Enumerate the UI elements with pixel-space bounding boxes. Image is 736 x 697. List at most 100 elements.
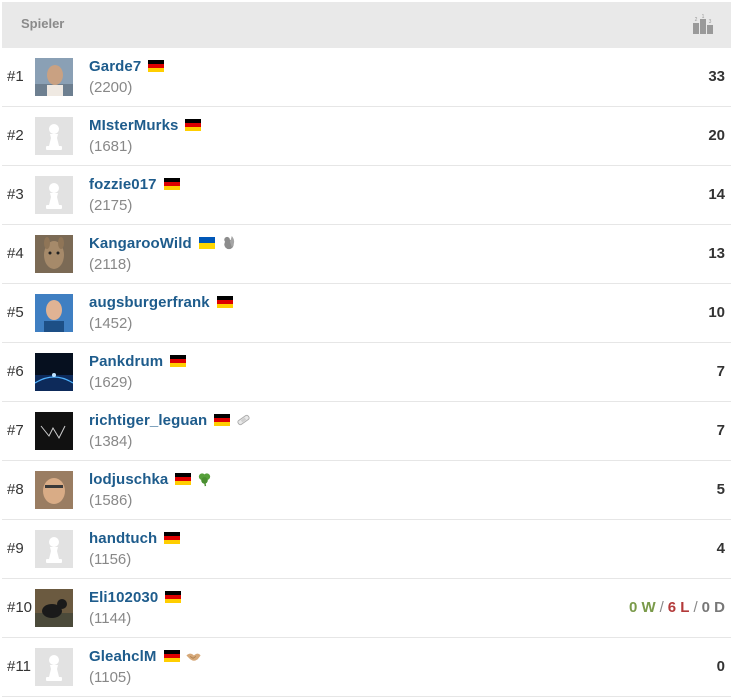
- player-rank: #6: [7, 363, 24, 380]
- player-row[interactable]: #7 richtiger_leguan (1384) 7: [2, 402, 731, 461]
- player-name[interactable]: Pankdrum: [89, 353, 163, 370]
- avatar[interactable]: [35, 294, 73, 332]
- player-name-link[interactable]: MIsterMurks: [89, 117, 202, 134]
- flag-de-icon: [170, 355, 187, 367]
- player-name-link[interactable]: Pankdrum: [89, 353, 187, 370]
- win-loss-draw-record: 0 W/6 L/0 D: [629, 599, 725, 616]
- flag-de-icon: [185, 119, 202, 131]
- player-name-link[interactable]: GleahclM: [89, 648, 202, 665]
- player-score: 0: [716, 658, 725, 675]
- player-rank: #4: [7, 245, 24, 262]
- avatar[interactable]: [35, 648, 73, 686]
- player-rank: #11: [7, 658, 31, 675]
- avatar[interactable]: [35, 530, 73, 568]
- player-name-link[interactable]: Garde7: [89, 58, 165, 75]
- player-score: 7: [716, 363, 725, 380]
- flag-de-icon: [163, 650, 180, 662]
- player-rating: (1681): [89, 138, 133, 155]
- losses: 6 L: [667, 599, 690, 616]
- header-title[interactable]: Spieler: [21, 16, 64, 31]
- player-rating: (1629): [89, 374, 133, 391]
- avatar[interactable]: [35, 58, 73, 96]
- player-score: 14: [708, 186, 725, 203]
- player-row[interactable]: #1 Garde7 (2200) 33: [2, 48, 731, 107]
- player-name-link[interactable]: lodjuschka: [89, 471, 213, 488]
- svg-text:3: 3: [709, 19, 712, 25]
- player-rating: (1586): [89, 492, 133, 509]
- player-score: 7: [716, 422, 725, 439]
- player-rank: #3: [7, 186, 24, 203]
- avatar[interactable]: [35, 176, 73, 214]
- podium-icon[interactable]: 2 1 3: [693, 14, 713, 34]
- player-rating: (2118): [89, 256, 132, 273]
- player-name[interactable]: richtiger_leguan: [89, 412, 207, 429]
- player-name[interactable]: GleahclM: [89, 648, 157, 665]
- player-list: #1 Garde7 (2200) 33 #2 MIsterMurks (1681…: [2, 48, 731, 697]
- player-name[interactable]: KangarooWild: [89, 235, 192, 252]
- player-rank: #1: [7, 68, 24, 85]
- player-name-link[interactable]: richtiger_leguan: [89, 412, 252, 429]
- player-score: 10: [708, 304, 725, 321]
- flag-de-icon: [214, 414, 231, 426]
- player-row[interactable]: #4 KangarooWild (2118) 13: [2, 225, 731, 284]
- player-name-link[interactable]: fozzie017: [89, 176, 180, 193]
- player-rank: #8: [7, 481, 24, 498]
- player-rating: (1144): [89, 610, 132, 627]
- bandage-icon: [237, 414, 250, 426]
- player-score: 13: [708, 245, 725, 262]
- avatar[interactable]: [35, 471, 73, 509]
- player-row[interactable]: #5 augsburgerfrank (1452) 10: [2, 284, 731, 343]
- handshake-icon: [185, 653, 201, 661]
- player-row[interactable]: #3 fozzie017 (2175) 14: [2, 166, 731, 225]
- player-name[interactable]: handtuch: [89, 530, 157, 547]
- player-row[interactable]: #2 MIsterMurks (1681) 20: [2, 107, 731, 166]
- svg-text:1: 1: [702, 14, 705, 20]
- player-name[interactable]: MIsterMurks: [89, 117, 178, 134]
- avatar[interactable]: [35, 412, 73, 450]
- flag-ua-icon: [198, 237, 215, 249]
- player-rating: (1384): [89, 433, 133, 450]
- player-row[interactable]: #10 Eli102030 (1144) 0 W/6 L/0 D: [2, 579, 731, 638]
- wins: 0 W: [628, 599, 656, 616]
- player-row[interactable]: #9 handtuch (1156) 4: [2, 520, 731, 579]
- flag-de-icon: [163, 178, 180, 190]
- avatar[interactable]: [35, 353, 73, 391]
- leaderboard-table: Spieler 2 1 3 #1 Garde7 (2200) 33 #2 MIs…: [2, 2, 731, 697]
- player-score: 4: [716, 540, 725, 557]
- player-name[interactable]: Garde7: [89, 58, 141, 75]
- flag-de-icon: [175, 473, 192, 485]
- player-name-link[interactable]: Eli102030: [89, 589, 182, 606]
- player-score: 5: [716, 481, 725, 498]
- player-rank: #7: [7, 422, 24, 439]
- record-separator: /: [693, 599, 698, 616]
- player-row[interactable]: #6 Pankdrum (1629) 7: [2, 343, 731, 402]
- player-rating: (1452): [89, 315, 133, 332]
- avatar[interactable]: [35, 117, 73, 155]
- player-rank: #9: [7, 540, 24, 557]
- flag-de-icon: [216, 296, 233, 308]
- player-name-link[interactable]: KangarooWild: [89, 235, 237, 252]
- player-rank: #10: [7, 599, 33, 616]
- player-row[interactable]: #11 GleahclM (1105) 0: [2, 638, 731, 697]
- draws: 0 D: [701, 599, 725, 616]
- player-row[interactable]: #8 lodjuschka (1586) 5: [2, 461, 731, 520]
- clover-icon: [199, 473, 211, 487]
- player-name[interactable]: fozzie017: [89, 176, 157, 193]
- svg-text:2: 2: [695, 17, 698, 23]
- player-rating: (1156): [89, 551, 132, 568]
- player-name[interactable]: Eli102030: [89, 589, 158, 606]
- player-name[interactable]: lodjuschka: [89, 471, 168, 488]
- flag-de-icon: [148, 60, 165, 72]
- player-rating: (1105): [89, 669, 132, 686]
- record-separator: /: [659, 599, 664, 616]
- table-header: Spieler 2 1 3: [2, 2, 731, 48]
- player-name[interactable]: augsburgerfrank: [89, 294, 210, 311]
- avatar[interactable]: [35, 589, 73, 627]
- avatar[interactable]: [35, 235, 73, 273]
- player-rating: (2175): [89, 197, 133, 214]
- player-score: 33: [708, 68, 725, 85]
- squirrel-icon: [223, 235, 234, 250]
- player-score: 20: [708, 127, 725, 144]
- player-name-link[interactable]: augsburgerfrank: [89, 294, 233, 311]
- player-name-link[interactable]: handtuch: [89, 530, 181, 547]
